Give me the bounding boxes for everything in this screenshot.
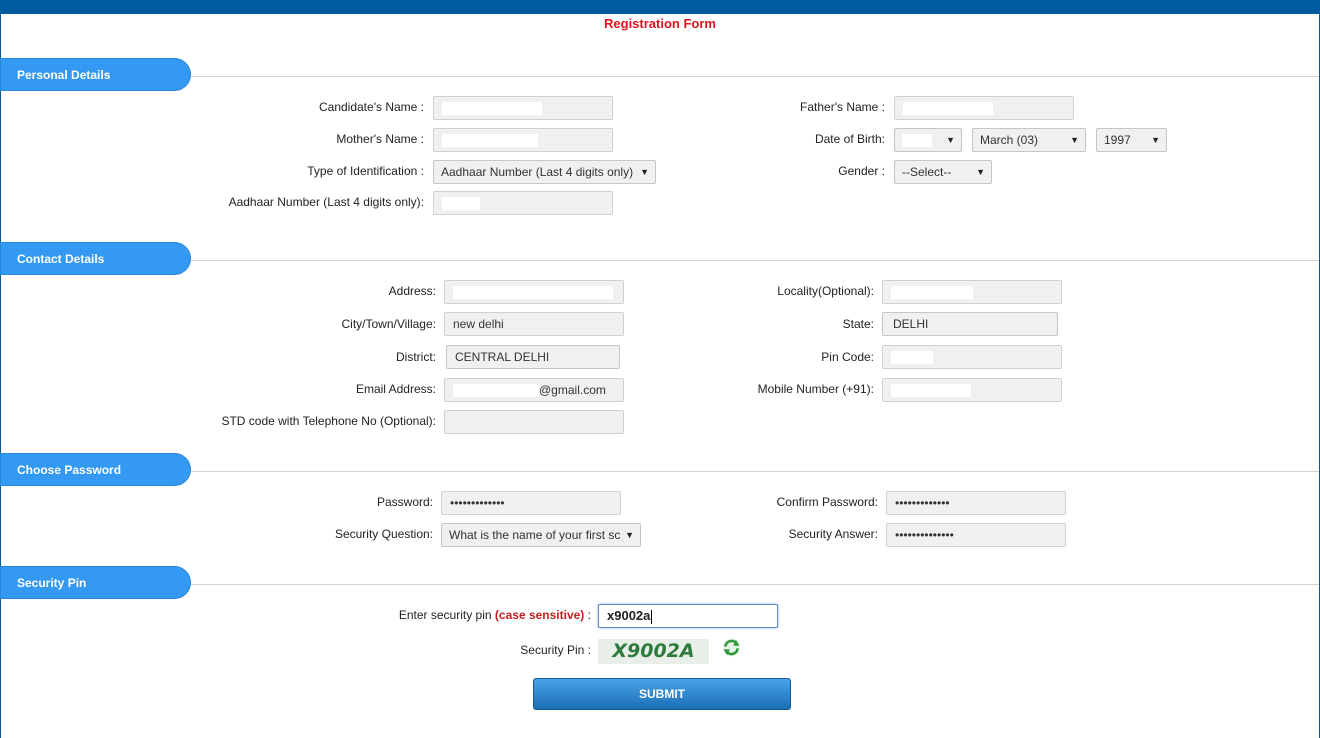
email-label: Email Address: — [355, 382, 436, 396]
state-label: State: — [842, 317, 874, 331]
enter-security-pin-label: Enter security pin (case sensitive) : — [399, 608, 591, 622]
locality-input[interactable] — [882, 280, 1062, 304]
dropdown-arrow-icon: ▼ — [946, 135, 955, 145]
std-telephone-input[interactable] — [444, 410, 624, 434]
captcha-image: X9002A — [598, 639, 709, 664]
std-label: STD code with Telephone No (Optional): — [221, 414, 436, 428]
section-divider — [191, 471, 1319, 472]
gender-select[interactable]: --Select-- ▼ — [894, 160, 992, 184]
password-label: Password: — [376, 495, 433, 509]
candidate-name-label: Candidate's Name : — [318, 100, 424, 114]
state-value: DELHI — [893, 317, 929, 331]
security-pin-value: x9002a — [607, 608, 651, 623]
text-caret — [651, 609, 653, 624]
confirm-password-input[interactable]: ••••••••••••• — [886, 491, 1066, 515]
id-type-value: Aadhaar Number (Last 4 digits only) — [441, 165, 634, 179]
section-choose-password: Choose Password — [0, 453, 191, 486]
mobile-input[interactable] — [882, 378, 1062, 402]
security-answer-input[interactable]: •••••••••••••• — [886, 523, 1066, 547]
city-label: City/Town/Village: — [341, 317, 437, 331]
dob-month-select[interactable]: March (03) ▼ — [972, 128, 1086, 152]
city-input[interactable]: new delhi — [444, 312, 624, 336]
label-colon: : — [587, 608, 591, 622]
section-contact-details: Contact Details — [0, 242, 191, 275]
section-divider — [191, 584, 1319, 585]
gender-value: --Select-- — [902, 165, 952, 179]
security-answer-label: Security Answer: — [788, 527, 878, 541]
dropdown-arrow-icon: ▼ — [625, 530, 634, 540]
refresh-icon[interactable] — [721, 637, 742, 658]
district-value: CENTRAL DELHI — [455, 350, 550, 364]
mother-name-input[interactable] — [433, 128, 613, 152]
dob-year-select[interactable]: 1997 ▼ — [1096, 128, 1167, 152]
security-pin-input[interactable]: x9002a — [598, 604, 778, 628]
candidate-name-input[interactable] — [433, 96, 613, 120]
section-security-pin: Security Pin — [0, 566, 191, 599]
security-question-label: Security Question: — [334, 527, 433, 541]
submit-button[interactable]: SUBMIT — [533, 678, 791, 710]
confirm-password-label: Confirm Password: — [776, 495, 878, 509]
pincode-input[interactable] — [882, 345, 1062, 369]
mother-name-label: Mother's Name : — [336, 132, 424, 146]
father-name-label: Father's Name : — [800, 100, 885, 114]
security-pin-label: Security Pin : — [520, 643, 591, 657]
dob-month-value: March (03) — [980, 133, 1039, 147]
section-divider — [191, 76, 1319, 77]
dropdown-arrow-icon: ▼ — [976, 167, 985, 177]
form-title: Registration Form — [604, 16, 716, 31]
district-label: District: — [396, 350, 436, 364]
id-type-select[interactable]: Aadhaar Number (Last 4 digits only) ▼ — [433, 160, 656, 184]
aadhaar-label: Aadhaar Number (Last 4 digits only): — [228, 195, 424, 209]
pincode-label: Pin Code: — [821, 350, 874, 364]
dob-year-value: 1997 — [1104, 133, 1131, 147]
security-question-select[interactable]: What is the name of your first sc ▼ — [441, 523, 641, 547]
dropdown-arrow-icon: ▼ — [1151, 135, 1160, 145]
aadhaar-input[interactable] — [433, 191, 613, 215]
section-divider — [191, 260, 1319, 261]
security-question-value: What is the name of your first sc — [449, 528, 621, 542]
mobile-label: Mobile Number (+91): — [757, 382, 874, 396]
form-frame — [0, 14, 1320, 738]
gender-label: Gender : — [838, 164, 885, 178]
top-bar — [0, 0, 1320, 14]
address-label: Address: — [388, 284, 436, 298]
case-sensitive-note: (case sensitive) — [494, 608, 585, 622]
address-input[interactable] — [444, 280, 624, 304]
password-input[interactable]: ••••••••••••• — [441, 491, 621, 515]
email-domain-text: @gmail.com — [539, 383, 606, 397]
district-select[interactable]: CENTRAL DELHI — [446, 345, 620, 369]
dropdown-arrow-icon: ▼ — [1070, 135, 1079, 145]
state-select[interactable]: DELHI — [882, 312, 1058, 336]
email-input[interactable]: @gmail.com — [444, 378, 624, 402]
dob-day-select[interactable]: ▼ — [894, 128, 962, 152]
id-type-label: Type of Identification : — [307, 164, 424, 178]
dob-label: Date of Birth: — [814, 132, 885, 146]
enter-pin-text: Enter security pin — [398, 608, 492, 622]
section-personal-details: Personal Details — [0, 58, 191, 91]
locality-label: Locality(Optional): — [777, 284, 874, 298]
father-name-input[interactable] — [894, 96, 1074, 120]
dropdown-arrow-icon: ▼ — [640, 167, 649, 177]
